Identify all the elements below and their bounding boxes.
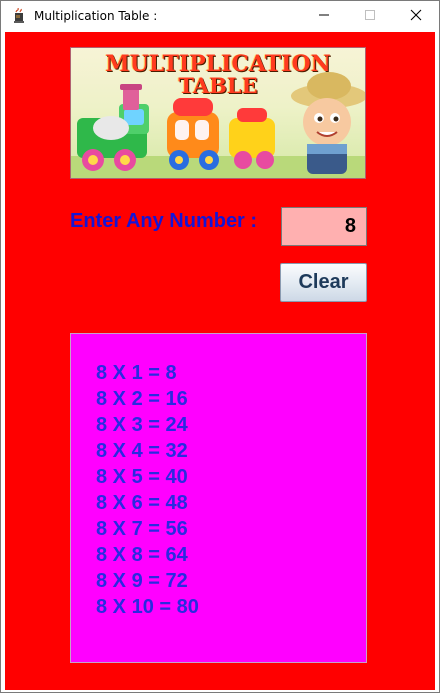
table-row: 8 X 10 = 80 (96, 596, 199, 618)
maximize-button[interactable] (347, 1, 393, 32)
multiplication-result-panel: 8 X 1 = 8 8 X 2 = 16 8 X 3 = 24 8 X 4 = 32 8… (70, 333, 367, 663)
clear-button[interactable]: Clear (280, 263, 367, 302)
minimize-button[interactable] (301, 1, 347, 32)
result-list: 8 X 1 = 8 8 X 2 = 16 8 X 3 = 24 8 X 4 = 32 8… (96, 360, 199, 620)
window-title: Multiplication Table : (34, 9, 158, 23)
table-row: 8 X 7 = 56 (96, 518, 188, 540)
table-row: 8 X 8 = 64 (96, 544, 188, 566)
main-panel: MULTIPLICATION TABLE Enter Any Number : … (5, 32, 435, 690)
table-row: 8 X 3 = 24 (96, 414, 188, 436)
number-input[interactable] (281, 207, 367, 246)
table-row: 8 X 2 = 16 (96, 388, 188, 410)
app-window: Multiplication Table : MULTIPLICATION TA… (0, 0, 440, 693)
minimize-icon (318, 8, 330, 26)
java-cup-icon (12, 7, 26, 24)
table-row: 8 X 6 = 48 (96, 492, 188, 514)
multiplication-table-banner: MULTIPLICATION TABLE (70, 47, 366, 179)
number-prompt-label: Enter Any Number : (70, 210, 258, 232)
table-row: 8 X 9 = 72 (96, 570, 188, 592)
title-bar[interactable]: Multiplication Table : (1, 1, 439, 32)
table-row: 8 X 1 = 8 (96, 362, 177, 384)
maximize-icon (364, 8, 376, 26)
table-row: 8 X 4 = 32 (96, 440, 188, 462)
banner-title-line2: TABLE (178, 73, 258, 98)
close-button[interactable] (393, 1, 439, 32)
table-row: 8 X 5 = 40 (96, 466, 188, 488)
close-icon (410, 8, 422, 26)
